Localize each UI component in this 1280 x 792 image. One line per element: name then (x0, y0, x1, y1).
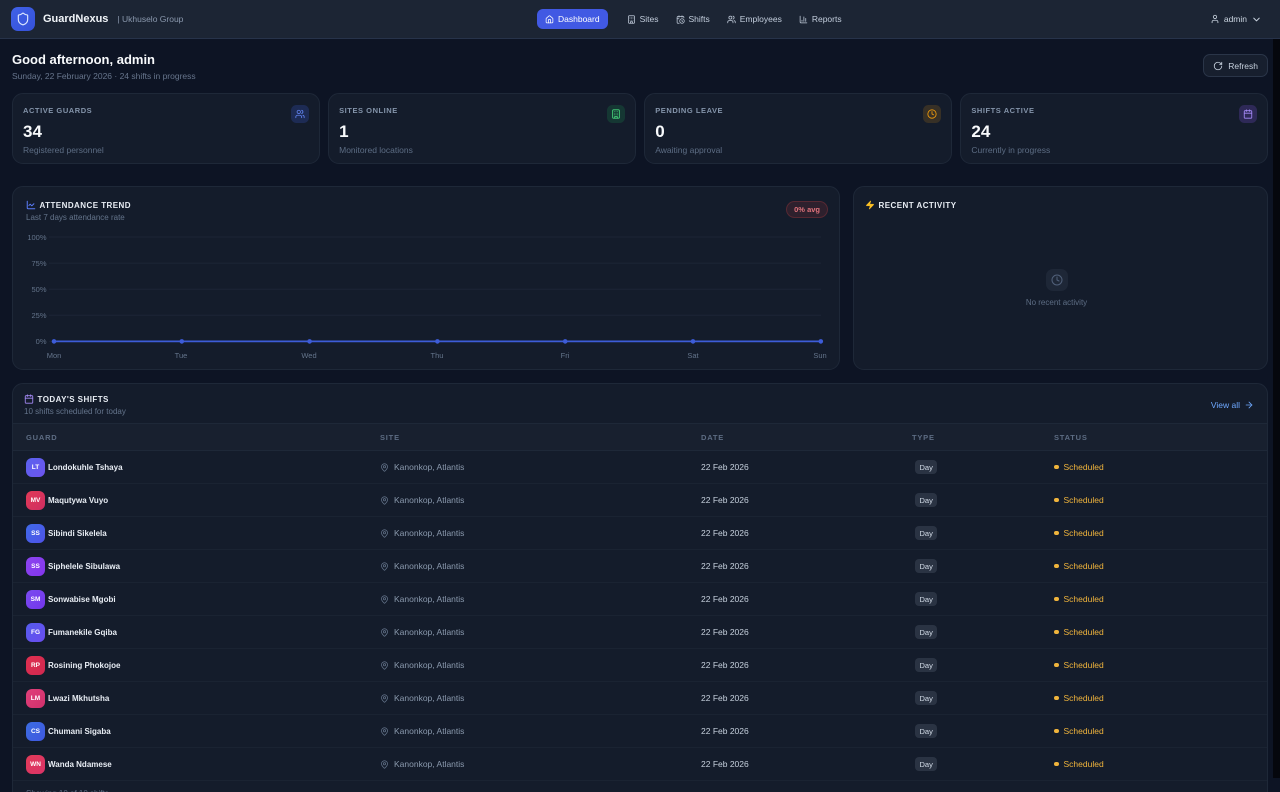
svg-text:100%: 100% (27, 233, 47, 242)
svg-text:0%: 0% (36, 337, 47, 346)
svg-text:50%: 50% (31, 285, 46, 294)
svg-text:25%: 25% (31, 311, 46, 320)
svg-text:75%: 75% (31, 259, 46, 268)
